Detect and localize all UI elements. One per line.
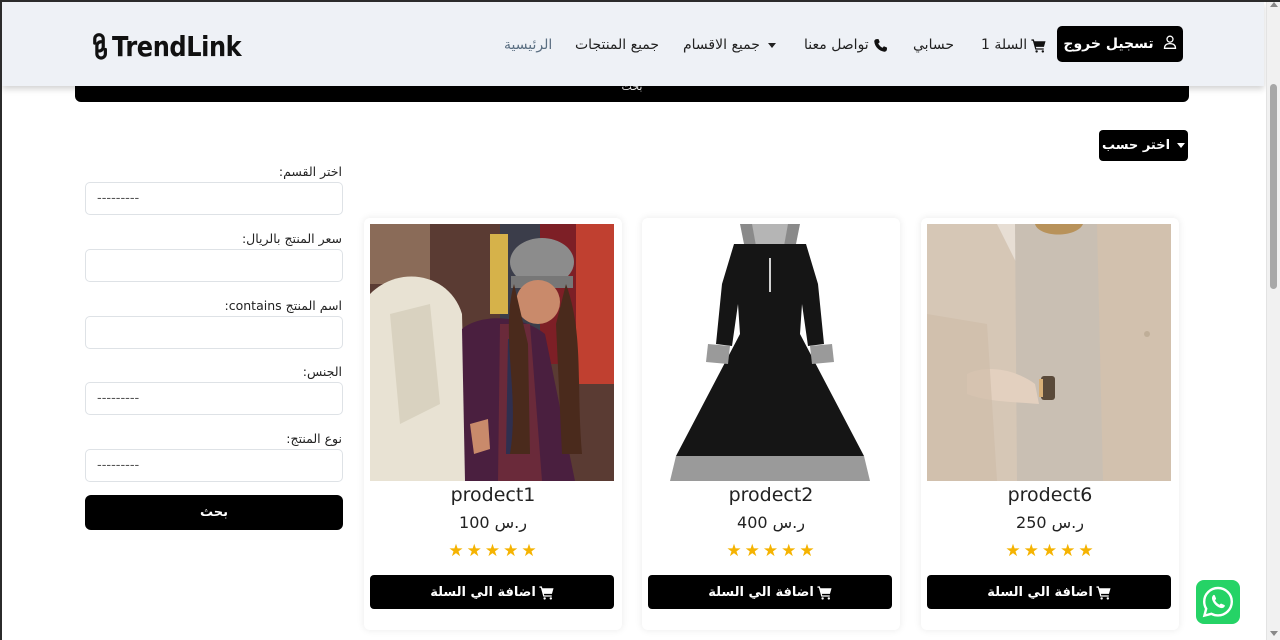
- nav-all-products-link[interactable]: جميع المنتجات: [575, 35, 659, 55]
- star-icon: ★: [1060, 541, 1077, 561]
- nav-account-label: حسابي: [913, 37, 954, 53]
- add-to-cart-label: اضافة الي السلة: [430, 584, 536, 600]
- product-image[interactable]: [927, 224, 1171, 481]
- product-card[interactable]: prodect6 250 ر.س ★ ★ ★ ★ ★ اضافة الي السلة: [921, 218, 1179, 630]
- star-icon: ★: [466, 541, 483, 561]
- product-price: 400 ر.س: [737, 513, 805, 532]
- navbar: TrendLink الرئيسية جميع المنتجات جميع ال…: [2, 2, 1264, 86]
- star-icon: ★: [503, 541, 520, 561]
- star-icon: ★: [1005, 541, 1022, 561]
- product-card[interactable]: prodect2 400 ر.س ★ ★ ★ ★ ★ اضافة الي السلة: [642, 218, 900, 630]
- star-icon: ★: [1023, 541, 1040, 561]
- filter-price-label: :سعر المنتج بالريال: [241, 231, 342, 246]
- product-title[interactable]: prodect6: [921, 484, 1179, 506]
- chain-link-icon: [93, 33, 107, 60]
- product-image[interactable]: [370, 224, 614, 481]
- user-icon: [1163, 35, 1177, 53]
- scroll-thumb[interactable]: [1270, 84, 1277, 289]
- product-image[interactable]: [648, 224, 892, 481]
- product-price: 250 ر.س: [1016, 513, 1084, 532]
- nav-all-products-label: جميع المنتجات: [575, 37, 660, 53]
- chevron-down-icon: [1177, 143, 1186, 148]
- product-card[interactable]: prodect1 100 ر.س ★ ★ ★ ★ ★ اضافة الي السلة: [364, 218, 622, 630]
- filter-price-input[interactable]: [85, 249, 343, 282]
- star-icon: ★: [484, 541, 502, 561]
- nav-account-link[interactable]: حسابي: [913, 35, 954, 55]
- star-icon: ★: [762, 541, 780, 561]
- sort-dropdown-button[interactable]: اختر حسب: [1099, 130, 1188, 161]
- whatsapp-icon: [1202, 586, 1234, 618]
- nav-home-link[interactable]: الرئيسية: [504, 35, 552, 55]
- sort-label: اختر حسب: [1101, 138, 1171, 153]
- add-to-cart-button[interactable]: اضافة الي السلة: [648, 575, 892, 609]
- cart-icon: [1096, 585, 1111, 600]
- product-rating: ★ ★ ★ ★ ★: [364, 541, 622, 561]
- star-icon: ★: [799, 541, 816, 561]
- product-title[interactable]: prodect1: [364, 484, 622, 506]
- filter-search-label: بحث: [199, 505, 228, 520]
- filter-type-select[interactable]: ---------: [85, 449, 343, 482]
- logout-button[interactable]: تسجيل خروج: [1057, 26, 1183, 62]
- cart-icon: [539, 585, 554, 600]
- nav-home-label: الرئيسية: [504, 37, 553, 53]
- add-to-cart-button[interactable]: اضافة الي السلة: [927, 575, 1171, 609]
- star-icon: ★: [521, 541, 538, 561]
- add-to-cart-label: اضافة الي السلة: [708, 584, 814, 600]
- add-to-cart-label: اضافة الي السلة: [987, 584, 1093, 600]
- filter-category-label: :اختر القسم: [278, 164, 342, 179]
- star-icon: ★: [726, 541, 743, 561]
- nav-cart-label: السلة 1: [981, 37, 1028, 53]
- page-scrollbar[interactable]: [1266, 0, 1280, 640]
- filter-category-select[interactable]: ---------: [85, 182, 343, 215]
- nav-categories-dropdown[interactable]: جميع الاقسام: [683, 35, 776, 55]
- filter-name-label: :contains اسم المنتج: [224, 298, 342, 313]
- product-rating: ★ ★ ★ ★ ★: [642, 541, 900, 561]
- product-title[interactable]: prodect2: [642, 484, 900, 506]
- chevron-down-icon: [767, 42, 776, 48]
- filter-search-button[interactable]: بحث: [85, 495, 343, 530]
- nav-contact-link[interactable]: تواصل معنا: [804, 35, 888, 55]
- star-icon: ★: [1078, 541, 1095, 561]
- window-frame-left: [0, 0, 2, 640]
- star-icon: ★: [1041, 541, 1059, 561]
- filter-gender-select[interactable]: ---------: [85, 382, 343, 415]
- nav-cart-link[interactable]: السلة 1: [981, 35, 1046, 55]
- scroll-up-arrow-icon[interactable]: [1270, 2, 1278, 7]
- scroll-down-arrow-icon[interactable]: [1270, 631, 1278, 636]
- filter-gender-label: :الجنس: [302, 364, 342, 379]
- star-icon: ★: [781, 541, 798, 561]
- nav-categories-label: جميع الاقسام: [683, 37, 760, 53]
- brand-name: TrendLink: [112, 29, 242, 63]
- product-rating: ★ ★ ★ ★ ★: [921, 541, 1179, 561]
- cart-icon: [1031, 38, 1046, 53]
- brand-logo[interactable]: TrendLink: [88, 26, 262, 66]
- window-frame-top: [0, 0, 1280, 2]
- add-to-cart-button[interactable]: اضافة الي السلة: [370, 575, 614, 609]
- cart-icon: [817, 585, 832, 600]
- logout-label: تسجيل خروج: [1063, 36, 1154, 52]
- whatsapp-button[interactable]: [1196, 580, 1240, 624]
- filter-name-input[interactable]: [85, 316, 343, 349]
- star-icon: ★: [744, 541, 761, 561]
- filter-type-label: :نوع المنتج: [286, 431, 342, 446]
- phone-icon: [873, 38, 888, 53]
- star-icon: ★: [448, 541, 465, 561]
- nav-contact-label: تواصل معنا: [804, 37, 869, 53]
- product-price: 100 ر.س: [459, 513, 527, 532]
